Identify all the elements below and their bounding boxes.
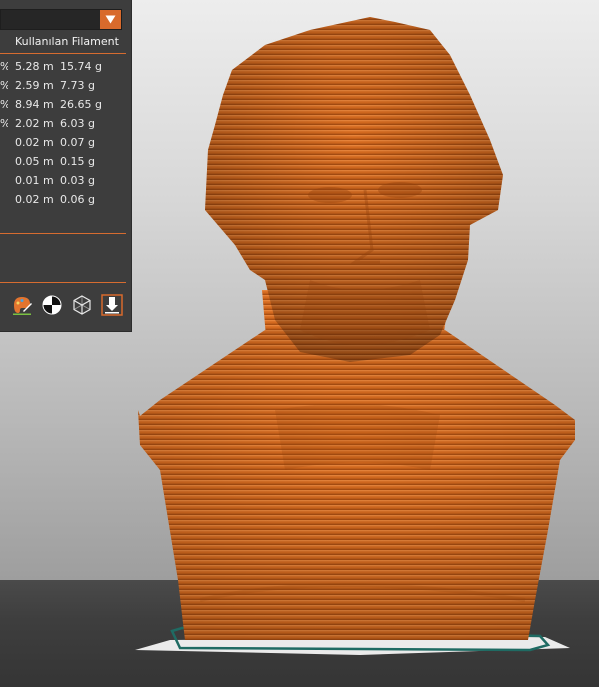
3d-viewport[interactable]: Kullanılan Filament % 5.28 m 15.74 g % 2… [0,0,599,687]
filament-usage-panel: Kullanılan Filament % 5.28 m 15.74 g % 2… [0,0,132,332]
weight-cell: 6.03 g [60,117,95,130]
table-row: % 2.02 m 6.03 g [0,114,131,133]
table-row: 0.05 m 0.15 g [0,152,131,171]
weight-cell: 0.06 g [60,193,95,206]
percent-cell: % [0,114,8,133]
table-row: % 5.28 m 15.74 g [0,57,131,76]
length-cell: 0.02 m [15,193,54,206]
length-cell: 5.28 m [15,60,54,73]
length-cell: 0.02 m [15,136,54,149]
table-row: 0.02 m 0.06 g [0,190,131,209]
table-row: % 2.59 m 7.73 g [0,76,131,95]
weight-cell: 7.73 g [60,79,95,92]
length-cell: 8.94 m [15,98,54,111]
paint-tool-icon [13,297,32,315]
color-wheel-button[interactable] [40,293,64,317]
table-row: 0.02 m 0.07 g [0,133,131,152]
paint-tool-button[interactable] [10,293,34,317]
header-divider [0,53,126,54]
table-row: % 8.94 m 26.65 g [0,95,131,114]
section-divider [0,233,126,234]
wireframe-view-button[interactable] [70,293,94,317]
percent-cell: % [0,76,8,95]
weight-cell: 0.07 g [60,136,95,149]
color-wheel-icon [42,295,62,315]
percent-cell: % [0,57,8,76]
length-cell: 0.05 m [15,155,54,168]
filament-rows: % 5.28 m 15.74 g % 2.59 m 7.73 g % 8.94 … [0,57,131,209]
dropdown-arrow-button[interactable] [100,10,121,29]
weight-cell: 26.65 g [60,98,102,111]
length-cell: 2.02 m [15,117,54,130]
weight-cell: 15.74 g [60,60,102,73]
weight-cell: 0.03 g [60,174,95,187]
export-button[interactable] [100,293,124,317]
panel-toolbar [10,293,130,319]
export-download-icon [101,294,123,316]
section-divider [0,282,126,283]
used-filament-column-header: Kullanılan Filament [15,35,119,48]
length-cell: 2.59 m [15,79,54,92]
cube-wireframe-icon [73,295,91,315]
column-header: Kullanılan Filament [0,35,131,51]
extruder-dropdown[interactable] [0,9,122,30]
bust-shape [138,17,575,640]
table-row: 0.01 m 0.03 g [0,171,131,190]
length-cell: 0.01 m [15,174,54,187]
chevron-down-icon [105,15,116,24]
percent-cell: % [0,95,8,114]
weight-cell: 0.15 g [60,155,95,168]
